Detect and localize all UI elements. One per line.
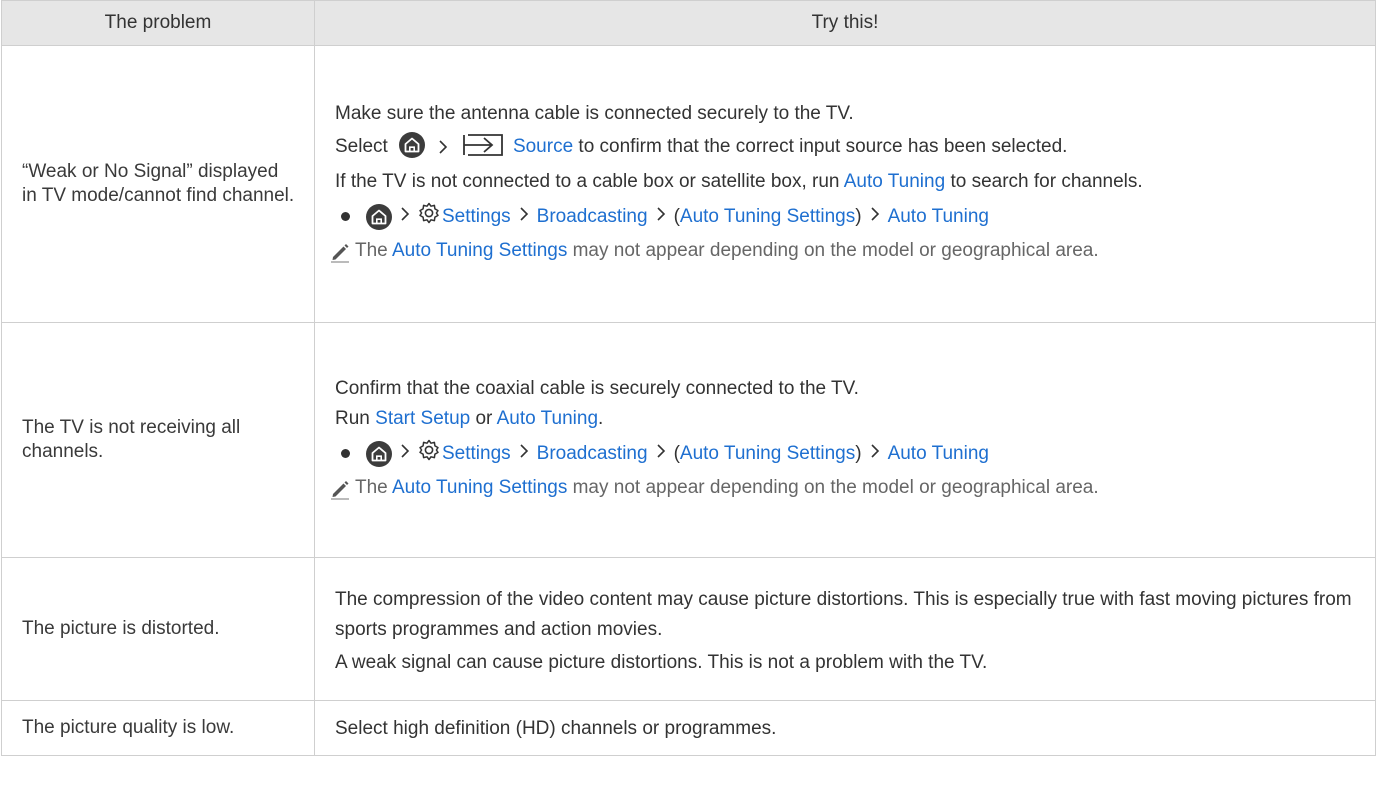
solution-line: If the TV is not connected to a cable bo… [335,170,1359,194]
gear-icon [418,202,440,231]
table-row: “Weak or No Signal” displayed in TV mode… [1,45,1376,323]
text: If the TV is not connected to a cable bo… [335,171,840,192]
text: to confirm that the correct input source… [578,136,1068,157]
text: . [598,408,604,429]
auto-tuning-settings-link: Auto Tuning Settings [679,205,856,227]
auto-tuning-link: Auto Tuning [496,408,599,429]
note: The Auto Tuning Settings may not appear … [329,239,1359,270]
chevron-right-icon [870,205,880,229]
auto-tuning-link: Auto Tuning [887,205,989,227]
home-icon [399,132,426,158]
solution-line: Make sure the antenna cable is connected… [335,103,854,124]
solution-cell: The compression of the video content may… [314,557,1376,701]
table-row: The TV is not receiving all channels. Co… [1,322,1376,558]
home-icon [366,203,392,230]
table-row: The picture is distorted. The compressio… [1,557,1376,701]
chevron-right-icon [519,205,529,229]
settings-link: Settings [442,205,511,227]
home-icon [366,440,392,467]
chevron-right-icon [519,442,529,466]
solution-cell: Make sure the antenna cable is connected… [314,45,1376,323]
note: The Auto Tuning Settings may not appear … [329,476,1359,507]
text: The [355,240,388,261]
header-row: The problem Try this! [1,0,1376,46]
chevron-right-icon [870,442,880,466]
text: or [475,408,493,429]
header-try-this: Try this! [314,0,1376,46]
bullet-dot [341,449,350,458]
solution-line: Run Start Setup or Auto Tuning. [335,407,1359,431]
auto-tuning-settings-link: Auto Tuning Settings [679,442,856,464]
text: may not appear depending on the model or… [572,477,1099,498]
pencil-icon [329,478,355,507]
troubleshooting-table: The problem Try this! “Weak or No Signal… [1,0,1376,756]
settings-link: Settings [442,442,511,464]
solution-line: The compression of the video content may… [335,589,1352,640]
menu-path: Settings Broadcasting (Auto Tuning Setti… [341,202,1359,231]
chevron-right-icon [656,205,666,229]
auto-tuning-settings-link: Auto Tuning Settings [391,240,568,261]
auto-tuning-link: Auto Tuning [843,171,946,192]
text: Select [335,136,388,157]
chevron-right-icon [656,442,666,466]
note-text: The Auto Tuning Settings may not appear … [355,471,1099,504]
solution-cell: Confirm that the coaxial cable is secure… [314,322,1376,558]
paren-close: ) [855,205,862,227]
solution-cell: Select high definition (HD) channels or … [314,700,1376,756]
problem-cell: The picture quality is low. [1,700,315,756]
note-text: The Auto Tuning Settings may not appear … [355,234,1099,267]
start-setup-link: Start Setup [375,408,471,429]
auto-tuning-settings-link: Auto Tuning Settings [391,477,568,498]
chevron-right-icon [438,138,448,162]
solution-line: Select high definition (HD) channels or … [335,718,777,739]
text: may not appear depending on the model or… [572,240,1099,261]
header-problem: The problem [1,0,315,46]
gear-icon [418,439,440,468]
solution-line: A weak signal can cause picture distorti… [335,652,988,673]
source-link: Source [512,136,574,157]
menu-path: Settings Broadcasting (Auto Tuning Setti… [341,439,1359,468]
auto-tuning-link: Auto Tuning [887,442,989,464]
broadcasting-link: Broadcasting [536,205,648,227]
chevron-right-icon [400,205,410,229]
text: to search for channels. [950,171,1143,192]
text: Run [335,408,370,429]
broadcasting-link: Broadcasting [536,442,648,464]
paren-close: ) [855,442,862,464]
text: The [355,477,388,498]
problem-cell: The TV is not receiving all channels. [1,322,315,558]
source-icon [462,133,504,164]
solution-line: Confirm that the coaxial cable is secure… [335,378,859,399]
bullet-dot [341,212,350,221]
solution-line: Select Source to confirm that the correc… [335,132,1359,164]
pencil-icon [329,241,355,270]
problem-cell: The picture is distorted. [1,557,315,701]
problem-cell: “Weak or No Signal” displayed in TV mode… [1,45,315,323]
chevron-right-icon [400,442,410,466]
table-row: The picture quality is low. Select high … [1,700,1376,756]
